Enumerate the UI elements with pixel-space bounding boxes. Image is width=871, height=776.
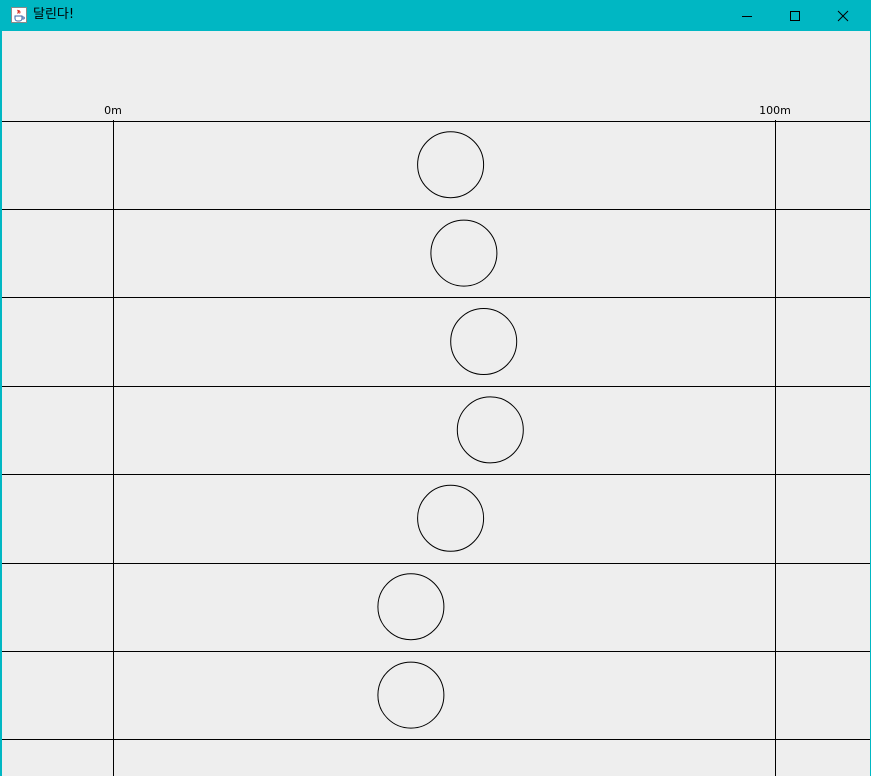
finish-marker-label: 100m	[759, 104, 791, 117]
java-cup-icon	[11, 7, 27, 23]
start-marker-label: 0m	[104, 104, 122, 117]
runner-circle	[417, 484, 485, 552]
minimize-icon	[742, 15, 752, 17]
close-icon	[837, 10, 849, 21]
app-window: 달린다! 0m 100m	[0, 0, 871, 776]
maximize-icon	[790, 10, 800, 21]
race-canvas: 0m 100m	[2, 31, 870, 776]
runner-circle	[377, 661, 445, 729]
runner-circle	[377, 573, 445, 641]
maximize-button[interactable]	[772, 0, 818, 31]
runner-circle	[417, 131, 485, 199]
runner-circle	[450, 308, 518, 375]
runner-circle	[456, 396, 524, 464]
runner-circle	[430, 219, 498, 287]
minimize-button[interactable]	[724, 0, 770, 31]
race-track: 0m 100m	[2, 104, 870, 776]
close-button[interactable]	[820, 0, 866, 31]
title-bar[interactable]: 달린다!	[2, 0, 870, 31]
window-title: 달린다!	[33, 7, 75, 22]
